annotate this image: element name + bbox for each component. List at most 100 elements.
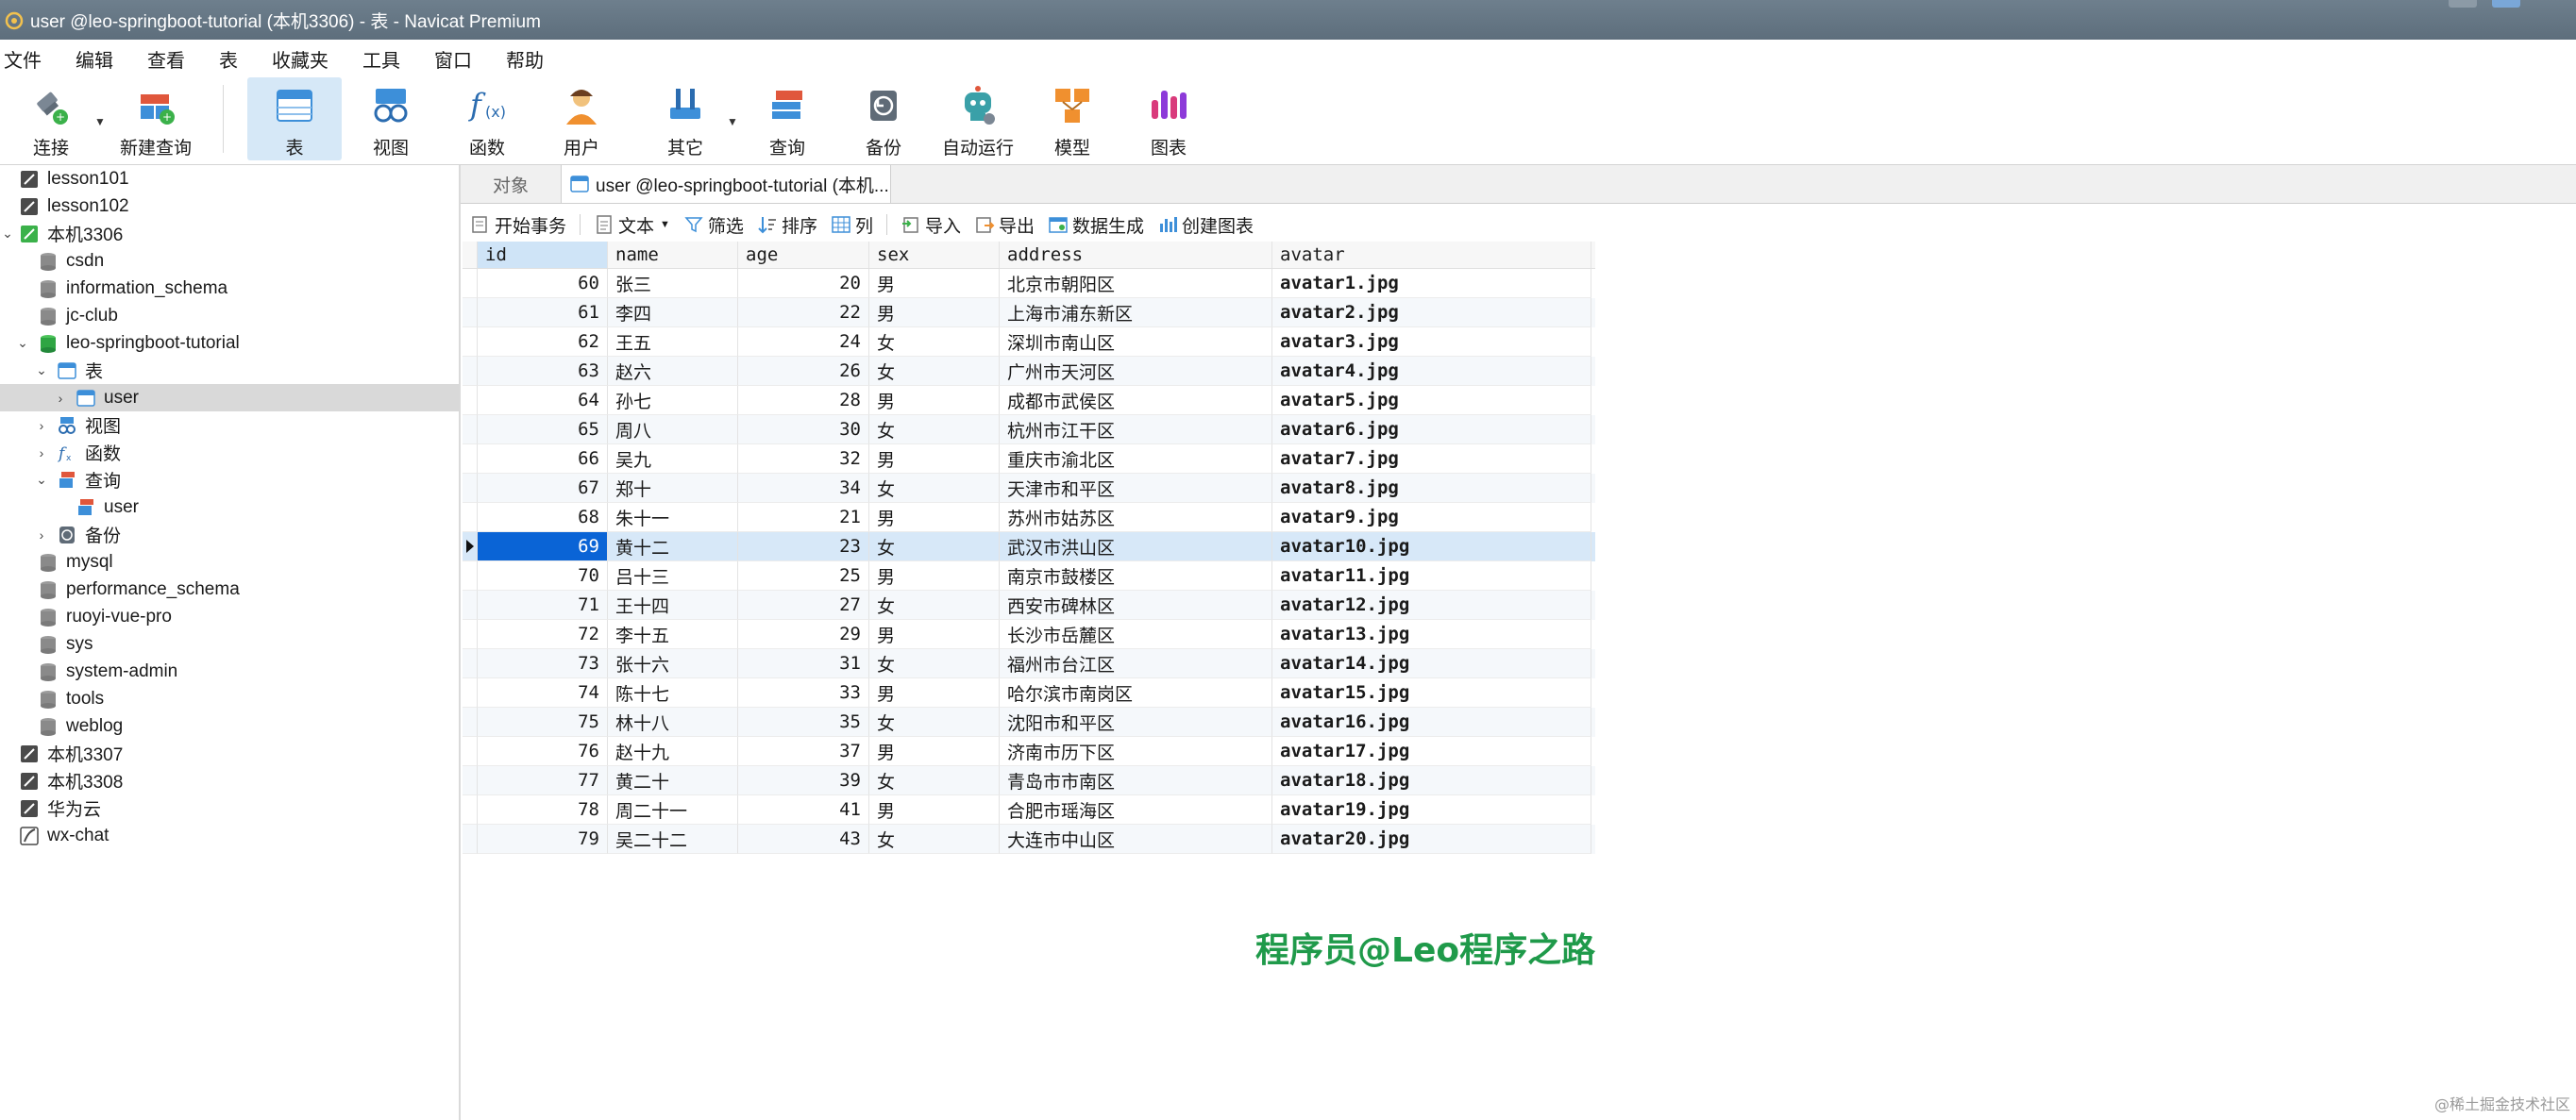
cell-name[interactable]: 周八 <box>608 415 738 444</box>
cell-name[interactable]: 朱十一 <box>608 503 738 532</box>
tree-item-information-schema[interactable]: information_schema <box>0 275 459 302</box>
menu-file[interactable]: 文件 <box>0 45 59 73</box>
cell-age[interactable]: 23 <box>738 532 869 561</box>
cell-name[interactable]: 黄十二 <box>608 532 738 561</box>
import-button[interactable]: 导入 <box>901 212 961 238</box>
tree-item-local3306[interactable]: ⌄ 本机3306 <box>0 220 459 247</box>
tree-item-jc-club[interactable]: jc-club <box>0 302 459 329</box>
tree-item-views[interactable]: › 视图 <box>0 411 459 439</box>
cell-name[interactable]: 吕十三 <box>608 561 738 591</box>
cell-address[interactable]: 大连市中山区 <box>1000 825 1272 854</box>
menu-window[interactable]: 窗口 <box>417 45 489 73</box>
cell-name[interactable]: 王五 <box>608 327 738 357</box>
cell-avatar[interactable]: avatar17.jpg <box>1272 737 1591 766</box>
cell-sex[interactable]: 男 <box>869 795 1000 825</box>
backup-button[interactable]: 备份 <box>848 77 919 160</box>
cell-sex[interactable]: 女 <box>869 708 1000 737</box>
cell-name[interactable]: 林十八 <box>608 708 738 737</box>
table-row[interactable]: 78 周二十一 41 男合肥市瑶海区 avatar19.jpg <box>463 795 1595 825</box>
cell-avatar[interactable]: avatar7.jpg <box>1272 444 1591 474</box>
cell-avatar[interactable]: avatar18.jpg <box>1272 766 1591 795</box>
table-row[interactable]: 60 张三 20 男北京市朝阳区 avatar1.jpg <box>463 269 1595 298</box>
column-header-name[interactable]: name <box>608 242 738 268</box>
cell-age[interactable]: 21 <box>738 503 869 532</box>
cell-address[interactable]: 青岛市市南区 <box>1000 766 1272 795</box>
cell-id[interactable]: 71 <box>478 591 608 620</box>
table-row[interactable]: 76 赵十九 37 男济南市历下区 avatar17.jpg <box>463 737 1595 766</box>
text-view-button[interactable]: 文本 ▼ <box>594 212 670 238</box>
chevron-down-icon[interactable]: ⌄ <box>0 226 15 242</box>
model-button[interactable]: 模型 <box>1036 77 1108 160</box>
cell-address[interactable]: 上海市浦东新区 <box>1000 298 1272 327</box>
tree-item-huawei-cloud[interactable]: 华为云 <box>0 794 459 822</box>
cell-id[interactable]: 76 <box>478 737 608 766</box>
row-marker[interactable] <box>463 386 478 415</box>
cell-avatar[interactable]: avatar11.jpg <box>1272 561 1591 591</box>
cell-address[interactable]: 合肥市瑶海区 <box>1000 795 1272 825</box>
tree-item-leo-springboot-tutorial[interactable]: ⌄ leo-springboot-tutorial <box>0 329 459 357</box>
row-marker[interactable] <box>463 620 478 649</box>
window-control-right[interactable] <box>2492 0 2520 8</box>
tree-item-ruoyi-vue-pro[interactable]: ruoyi-vue-pro <box>0 603 459 630</box>
export-button[interactable]: 导出 <box>974 212 1035 238</box>
cell-sex[interactable]: 男 <box>869 620 1000 649</box>
cell-sex[interactable]: 女 <box>869 415 1000 444</box>
menu-table[interactable]: 表 <box>202 45 255 73</box>
create-chart-button[interactable]: 创建图表 <box>1157 212 1254 238</box>
cell-name[interactable]: 赵十九 <box>608 737 738 766</box>
cell-address[interactable]: 广州市天河区 <box>1000 357 1272 386</box>
cell-name[interactable]: 陈十七 <box>608 678 738 708</box>
cell-avatar[interactable]: avatar1.jpg <box>1272 269 1591 298</box>
row-marker[interactable] <box>463 327 478 357</box>
chevron-down-icon[interactable]: ⌄ <box>34 362 49 378</box>
cell-name[interactable]: 孙七 <box>608 386 738 415</box>
tree-item-table-user[interactable]: › user <box>0 384 459 411</box>
table-button[interactable]: 表 <box>247 77 342 160</box>
menu-help[interactable]: 帮助 <box>489 45 561 73</box>
cell-id[interactable]: 74 <box>478 678 608 708</box>
window-control-left[interactable] <box>2449 0 2477 8</box>
query-button[interactable]: 查询 <box>751 77 823 160</box>
data-generation-button[interactable]: 数据生成 <box>1048 212 1144 238</box>
row-marker[interactable] <box>463 474 478 503</box>
cell-avatar[interactable]: avatar20.jpg <box>1272 825 1591 854</box>
tree-item-local3307[interactable]: 本机3307 <box>0 740 459 767</box>
cell-sex[interactable]: 女 <box>869 357 1000 386</box>
chevron-right-icon[interactable]: › <box>53 391 68 406</box>
cell-avatar[interactable]: avatar13.jpg <box>1272 620 1591 649</box>
row-marker[interactable] <box>463 708 478 737</box>
cell-address[interactable]: 重庆市渝北区 <box>1000 444 1272 474</box>
cell-avatar[interactable]: avatar19.jpg <box>1272 795 1591 825</box>
table-row[interactable]: 77 黄二十 39 女青岛市市南区 avatar18.jpg <box>463 766 1595 795</box>
tree-item-tools[interactable]: tools <box>0 685 459 712</box>
cell-sex[interactable]: 男 <box>869 444 1000 474</box>
tab-user-table[interactable]: user @leo-springboot-tutorial (本机... <box>561 165 891 203</box>
table-row[interactable]: 64 孙七 28 男成都市武侯区 avatar5.jpg <box>463 386 1595 415</box>
cell-id[interactable]: 78 <box>478 795 608 825</box>
tree-item-tables[interactable]: ⌄ 表 <box>0 357 459 384</box>
cell-id[interactable]: 62 <box>478 327 608 357</box>
cell-id[interactable]: 68 <box>478 503 608 532</box>
cell-avatar[interactable]: avatar6.jpg <box>1272 415 1591 444</box>
new-query-button[interactable]: + 新建查询 <box>113 77 198 160</box>
cell-age[interactable]: 29 <box>738 620 869 649</box>
tree-item-sys[interactable]: sys <box>0 630 459 658</box>
cell-address[interactable]: 南京市鼓楼区 <box>1000 561 1272 591</box>
cell-age[interactable]: 26 <box>738 357 869 386</box>
connect-dropdown-caret[interactable]: ▼ <box>94 115 106 128</box>
cell-sex[interactable]: 女 <box>869 649 1000 678</box>
table-row[interactable]: 66 吴九 32 男重庆市渝北区 avatar7.jpg <box>463 444 1595 474</box>
cell-address[interactable]: 西安市碑林区 <box>1000 591 1272 620</box>
table-row[interactable]: 65 周八 30 女杭州市江干区 avatar6.jpg <box>463 415 1595 444</box>
cell-avatar[interactable]: avatar15.jpg <box>1272 678 1591 708</box>
menu-favorites[interactable]: 收藏夹 <box>255 45 345 73</box>
tree-item-mysql[interactable]: mysql <box>0 548 459 576</box>
cell-address[interactable]: 沈阳市和平区 <box>1000 708 1272 737</box>
row-marker[interactable] <box>463 678 478 708</box>
menu-view[interactable]: 查看 <box>130 45 202 73</box>
cell-id[interactable]: 77 <box>478 766 608 795</box>
cell-avatar[interactable]: avatar8.jpg <box>1272 474 1591 503</box>
cell-id[interactable]: 79 <box>478 825 608 854</box>
table-row[interactable]: 73 张十六 31 女福州市台江区 avatar14.jpg <box>463 649 1595 678</box>
cell-address[interactable]: 哈尔滨市南岗区 <box>1000 678 1272 708</box>
